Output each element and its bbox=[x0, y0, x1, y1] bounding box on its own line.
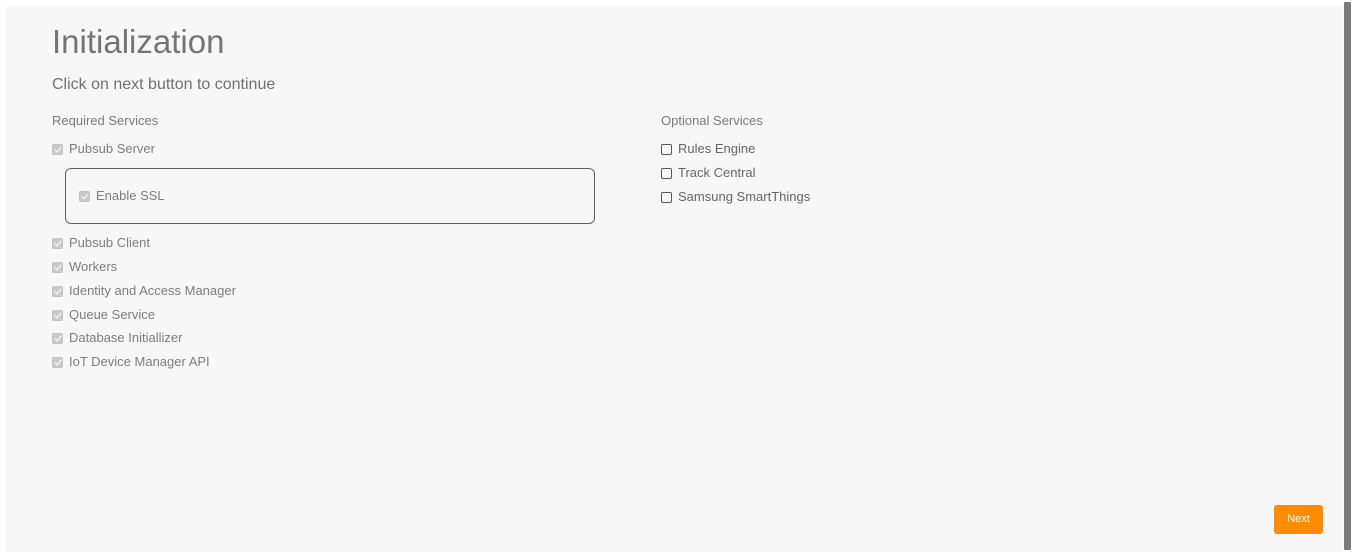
identity-access-manager-option[interactable]: Identity and Access Manager bbox=[52, 282, 236, 300]
pubsub-server-checkbox[interactable] bbox=[52, 143, 63, 155]
pubsub-client-label: Pubsub Client bbox=[69, 235, 150, 250]
identity-access-manager-label: Identity and Access Manager bbox=[69, 283, 236, 298]
queue-service-checkbox[interactable] bbox=[52, 309, 63, 321]
scrollbar-thumb[interactable] bbox=[1344, 2, 1351, 550]
samsung-smartthings-option[interactable]: Samsung SmartThings bbox=[661, 188, 810, 206]
iot-device-manager-api-label: IoT Device Manager API bbox=[69, 354, 210, 369]
page-subtitle: Click on next button to continue bbox=[52, 76, 276, 93]
samsung-smartthings-label: Samsung SmartThings bbox=[678, 189, 811, 204]
enable-ssl-label: Enable SSL bbox=[96, 188, 165, 203]
track-central-option[interactable]: Track Central bbox=[661, 164, 756, 182]
iot-device-manager-api-checkbox[interactable] bbox=[52, 356, 63, 368]
track-central-checkbox[interactable] bbox=[661, 167, 672, 179]
samsung-smartthings-checkbox[interactable] bbox=[661, 191, 672, 203]
rules-engine-checkbox[interactable] bbox=[661, 143, 672, 155]
database-initializer-label: Database Initiallizer bbox=[69, 330, 183, 345]
rules-engine-label: Rules Engine bbox=[678, 141, 756, 156]
iot-device-manager-api-option[interactable]: IoT Device Manager API bbox=[52, 353, 210, 371]
workers-label: Workers bbox=[69, 259, 118, 274]
workers-option[interactable]: Workers bbox=[52, 258, 117, 276]
enable-ssl-option[interactable]: Enable SSL bbox=[79, 187, 165, 205]
queue-service-option[interactable]: Queue Service bbox=[52, 306, 155, 324]
workers-checkbox[interactable] bbox=[52, 261, 63, 273]
pubsub-server-label: Pubsub Server bbox=[69, 141, 155, 156]
pubsub-server-option[interactable]: Pubsub Server bbox=[52, 140, 155, 158]
rules-engine-option[interactable]: Rules Engine bbox=[661, 140, 755, 158]
identity-access-manager-checkbox[interactable] bbox=[52, 285, 63, 297]
page-title: Initialization bbox=[52, 23, 225, 60]
pubsub-client-option[interactable]: Pubsub Client bbox=[52, 234, 150, 252]
optional-services-heading: Optional Services bbox=[661, 113, 763, 128]
enable-ssl-checkbox[interactable] bbox=[79, 190, 90, 202]
track-central-label: Track Central bbox=[678, 165, 756, 180]
queue-service-label: Queue Service bbox=[69, 307, 155, 322]
database-initializer-checkbox[interactable] bbox=[52, 332, 63, 344]
pubsub-client-checkbox[interactable] bbox=[52, 237, 63, 249]
database-initializer-option[interactable]: Database Initiallizer bbox=[52, 329, 182, 347]
vertical-scrollbar[interactable] bbox=[1343, 0, 1352, 552]
next-button[interactable]: Next bbox=[1274, 505, 1323, 534]
required-services-heading: Required Services bbox=[52, 113, 159, 128]
